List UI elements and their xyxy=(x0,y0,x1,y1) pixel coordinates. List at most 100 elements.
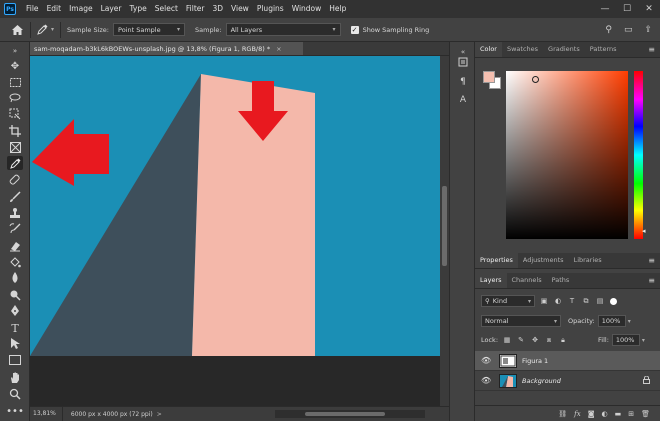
character-panel-icon[interactable]: A xyxy=(457,94,469,106)
tab-channels[interactable]: Channels xyxy=(507,273,547,288)
layer-name[interactable]: Background xyxy=(522,377,561,385)
menu-type[interactable]: Type xyxy=(126,0,151,18)
layer-style-icon[interactable]: fx xyxy=(574,410,581,418)
menu-filter[interactable]: Filter xyxy=(182,0,209,18)
status-menu-arrow[interactable]: > xyxy=(157,411,162,418)
lock-artboard-icon[interactable]: ⧈ xyxy=(544,335,554,345)
menu-window[interactable]: Window xyxy=(288,0,326,18)
lasso-tool-icon[interactable] xyxy=(7,91,23,105)
fill-input[interactable]: 100% xyxy=(611,334,640,346)
layer-row[interactable]: 👁︎ Figura 1 xyxy=(475,351,660,371)
clone-stamp-tool-icon[interactable] xyxy=(7,206,23,220)
tab-libraries[interactable]: Libraries xyxy=(569,253,607,268)
tab-adjustments[interactable]: Adjustments xyxy=(518,253,569,268)
horizontal-scroll-thumb[interactable] xyxy=(305,412,385,416)
document-tab[interactable]: sam-moqadam-b3kL6kBOEWs-unsplash.jpg @ 1… xyxy=(30,42,303,56)
menu-layer[interactable]: Layer xyxy=(97,0,126,18)
history-brush-tool-icon[interactable] xyxy=(7,222,23,236)
eyedropper-preset-icon[interactable]: ▾ xyxy=(37,24,54,35)
blend-mode-select[interactable]: Normal ▾ xyxy=(481,315,561,327)
shape-filter-icon[interactable]: ⧉ xyxy=(581,296,591,306)
pixel-filter-icon[interactable]: ▣ xyxy=(539,296,549,306)
hue-slider-marker[interactable]: ◂ xyxy=(642,227,646,235)
panel-menu-icon[interactable]: ≡ xyxy=(648,253,655,268)
add-mask-icon[interactable]: ◙ xyxy=(588,410,595,418)
horizontal-scrollbar[interactable] xyxy=(275,410,425,418)
menu-edit[interactable]: Edit xyxy=(43,0,66,18)
type-tool-icon[interactable]: T xyxy=(7,321,23,335)
layer-filter-select[interactable]: ⚲ Kind ▾ xyxy=(481,295,535,307)
menu-3d[interactable]: 3D xyxy=(208,0,227,18)
minimize-button[interactable]: — xyxy=(598,4,612,14)
adjustment-filter-icon[interactable]: ◐ xyxy=(553,296,563,306)
layer-name[interactable]: Figura 1 xyxy=(522,357,548,365)
zoom-tool-icon[interactable] xyxy=(7,387,23,401)
panel-menu-icon[interactable]: ≡ xyxy=(648,273,655,288)
lock-pixels-icon[interactable]: ✎ xyxy=(516,335,526,345)
menu-image[interactable]: Image xyxy=(65,0,97,18)
smart-object-filter-icon[interactable]: ▤ xyxy=(595,296,605,306)
close-window-button[interactable]: ✕ xyxy=(642,4,656,14)
tab-paths[interactable]: Paths xyxy=(547,273,575,288)
hand-tool-icon[interactable] xyxy=(7,371,23,385)
new-adjustment-layer-icon[interactable]: ◐ xyxy=(602,410,608,418)
blur-tool-icon[interactable] xyxy=(7,271,23,285)
home-icon[interactable] xyxy=(10,24,24,35)
marquee-tool-icon[interactable] xyxy=(7,75,23,89)
pen-tool-icon[interactable] xyxy=(7,304,23,318)
dodge-tool-icon[interactable] xyxy=(7,288,23,302)
panel-menu-icon[interactable]: ≡ xyxy=(648,42,655,57)
tab-color[interactable]: Color xyxy=(475,42,502,57)
history-panel-icon[interactable] xyxy=(457,56,469,68)
menu-select[interactable]: Select xyxy=(151,0,182,18)
healing-brush-tool-icon[interactable] xyxy=(7,173,23,187)
document-image[interactable] xyxy=(30,56,440,356)
more-tools-icon[interactable]: ••• xyxy=(6,404,24,418)
eraser-tool-icon[interactable] xyxy=(7,239,23,253)
frame-tool-icon[interactable] xyxy=(7,140,23,154)
sample-size-select[interactable]: Point Sample ▾ xyxy=(113,23,185,36)
object-selection-tool-icon[interactable] xyxy=(7,107,23,121)
zoom-level[interactable]: 13,81% xyxy=(30,406,63,421)
menu-file[interactable]: File xyxy=(22,0,43,18)
lock-position-icon[interactable]: ✥ xyxy=(530,335,540,345)
delete-layer-icon[interactable]: 🗑︎ xyxy=(641,410,650,418)
eyedropper-tool-icon[interactable] xyxy=(7,156,23,170)
maximize-button[interactable]: ☐ xyxy=(620,4,634,14)
tab-layers[interactable]: Layers xyxy=(475,273,507,288)
color-picker-cursor[interactable] xyxy=(532,76,539,83)
path-selection-tool-icon[interactable] xyxy=(7,337,23,351)
lock-all-icon[interactable]: 🔒︎ xyxy=(558,335,568,345)
link-layers-icon[interactable]: ⛓︎ xyxy=(558,410,567,418)
paint-bucket-tool-icon[interactable] xyxy=(7,255,23,269)
chevron-down-icon[interactable]: ▾ xyxy=(642,337,645,344)
visibility-eye-icon[interactable]: 👁︎ xyxy=(481,376,495,385)
toolbar-collapse-icon[interactable]: » xyxy=(7,44,23,58)
lock-icon[interactable] xyxy=(643,375,650,386)
color-picker-field[interactable] xyxy=(506,71,628,239)
menu-view[interactable]: View xyxy=(227,0,253,18)
tab-gradients[interactable]: Gradients xyxy=(543,42,585,57)
rectangle-tool-icon[interactable] xyxy=(7,353,23,367)
visibility-eye-icon[interactable]: 👁︎ xyxy=(481,356,495,365)
hue-slider[interactable]: ◂ xyxy=(634,71,646,239)
vertical-scroll-thumb[interactable] xyxy=(442,186,447,266)
show-sampling-ring-checkbox[interactable]: ✓ xyxy=(350,25,359,34)
layer-row[interactable]: 👁︎ Background xyxy=(475,371,660,391)
sample-select[interactable]: All Layers ▾ xyxy=(225,23,341,36)
crop-tool-icon[interactable] xyxy=(7,124,23,138)
new-group-icon[interactable]: ▬ xyxy=(615,410,622,418)
vertical-scrollbar[interactable] xyxy=(440,56,449,406)
chevron-down-icon[interactable]: ▾ xyxy=(628,318,631,325)
tab-properties[interactable]: Properties xyxy=(475,253,518,268)
workspace-icon[interactable]: ▭ xyxy=(624,25,633,35)
move-tool-icon[interactable]: ✥ xyxy=(7,59,23,73)
foreground-color-swatch[interactable] xyxy=(483,71,495,83)
photoshop-logo[interactable]: Ps xyxy=(4,3,16,15)
opacity-input[interactable]: 100% xyxy=(597,315,626,327)
share-icon[interactable]: ⇪ xyxy=(644,25,652,35)
canvas-area[interactable] xyxy=(30,56,440,406)
close-icon[interactable]: × xyxy=(276,45,281,53)
tab-swatches[interactable]: Swatches xyxy=(502,42,543,57)
type-filter-icon[interactable]: T xyxy=(567,296,577,306)
